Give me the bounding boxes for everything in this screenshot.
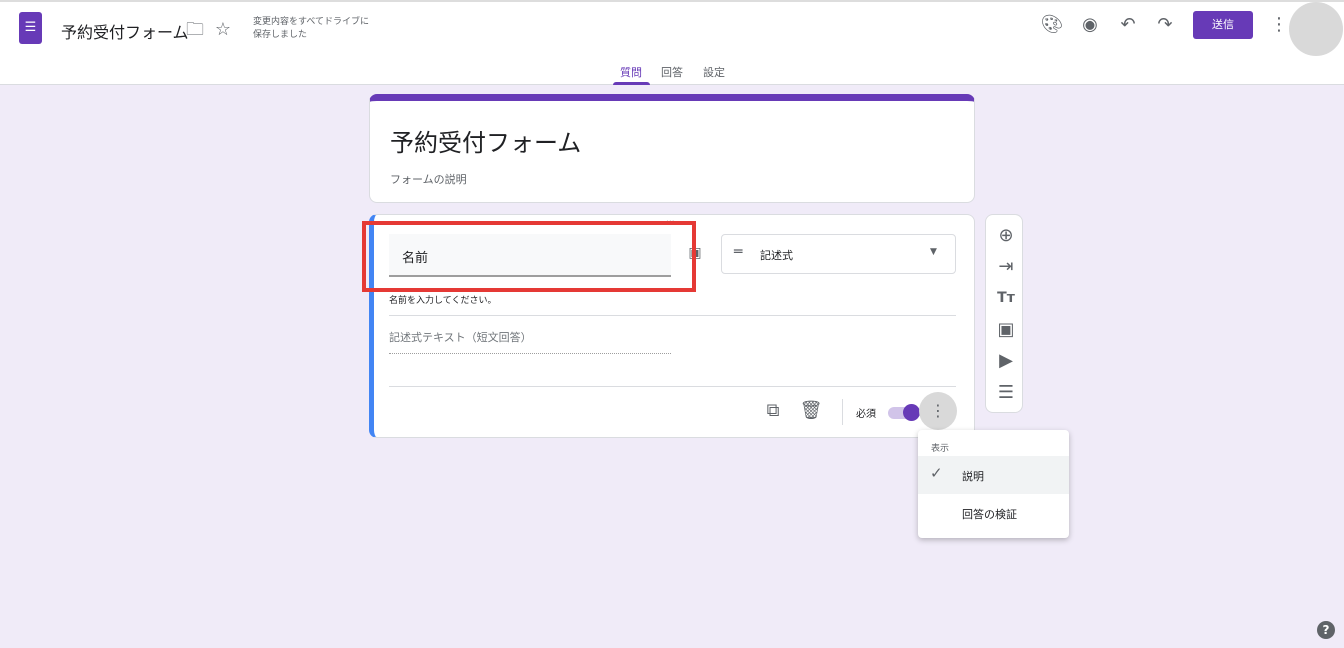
add-question-icon[interactable]: ⊕: [994, 224, 1018, 248]
import-questions-icon[interactable]: ⇥: [994, 255, 1018, 279]
footer-divider: [389, 386, 956, 387]
highlight-box: [362, 221, 696, 292]
menu-item-response-validation[interactable]: 回答の検証: [962, 506, 1017, 522]
folder-icon[interactable]: 🗀: [183, 18, 207, 42]
short-answer-icon: ═: [734, 244, 742, 260]
undo-icon[interactable]: ↶: [1116, 13, 1140, 37]
delete-icon[interactable]: 🗑︎: [799, 399, 823, 423]
title-text-icon[interactable]: Tт: [994, 286, 1018, 310]
save-status-line2: 保存しました: [253, 29, 369, 42]
more-options-button[interactable]: ⋮: [919, 392, 957, 430]
form-title[interactable]: 予約受付フォーム: [61, 19, 189, 43]
menu-item-label: 説明: [962, 468, 984, 484]
add-video-icon[interactable]: ▶: [994, 349, 1018, 373]
question-description[interactable]: 名前を入力してください。: [389, 293, 956, 316]
menu-header: 表示: [931, 441, 949, 454]
side-toolbar: ⊕ ⇥ Tт ▣ ▶ ☰: [985, 214, 1023, 413]
help-icon[interactable]: ?: [1317, 621, 1335, 639]
save-status: 変更内容をすべてドライブに保存しました: [253, 16, 369, 42]
forms-logo-icon[interactable]: ☰: [19, 12, 42, 44]
preview-eye-icon[interactable]: ◉: [1078, 13, 1102, 37]
dropdown-arrow-icon: ▼: [930, 247, 937, 257]
more-vert-icon[interactable]: ⋮: [1267, 13, 1291, 37]
answer-placeholder: 記述式テキスト（短文回答）: [389, 329, 671, 354]
question-type-dropdown[interactable]: ═ 記述式 ▼: [721, 234, 956, 274]
star-icon[interactable]: ☆: [211, 18, 235, 42]
tab-questions[interactable]: 質問: [620, 64, 642, 80]
form-header-card: 予約受付フォーム フォームの説明: [369, 94, 975, 203]
question-type-label: 記述式: [760, 247, 793, 263]
required-toggle[interactable]: [888, 407, 918, 419]
top-bar: ☰ 予約受付フォーム 🗀 ☆ 変更内容をすべてドライブに保存しました 🎨︎ ◉ …: [0, 0, 1344, 85]
menu-item-description[interactable]: ✓ 説明: [918, 456, 1069, 494]
redo-icon[interactable]: ↷: [1153, 13, 1177, 37]
active-tab-indicator: [613, 82, 650, 85]
tab-settings[interactable]: 設定: [703, 64, 725, 80]
add-section-icon[interactable]: ☰: [994, 381, 1018, 405]
tab-responses[interactable]: 回答: [661, 64, 683, 80]
form-title-field[interactable]: 予約受付フォーム: [390, 123, 581, 158]
more-options-menu: 表示 ✓ 説明 回答の検証: [918, 430, 1069, 538]
form-description-field[interactable]: フォームの説明: [390, 171, 467, 187]
check-icon: ✓: [930, 464, 943, 482]
send-button[interactable]: 送信: [1193, 11, 1253, 39]
avatar[interactable]: [1289, 2, 1343, 56]
palette-icon[interactable]: 🎨︎: [1040, 13, 1064, 37]
add-image-icon[interactable]: ▣: [994, 318, 1018, 342]
save-status-line1: 変更内容をすべてドライブに: [253, 16, 369, 29]
footer-separator: [842, 399, 843, 425]
required-label: 必須: [856, 405, 876, 420]
duplicate-icon[interactable]: ⧉: [761, 399, 785, 423]
